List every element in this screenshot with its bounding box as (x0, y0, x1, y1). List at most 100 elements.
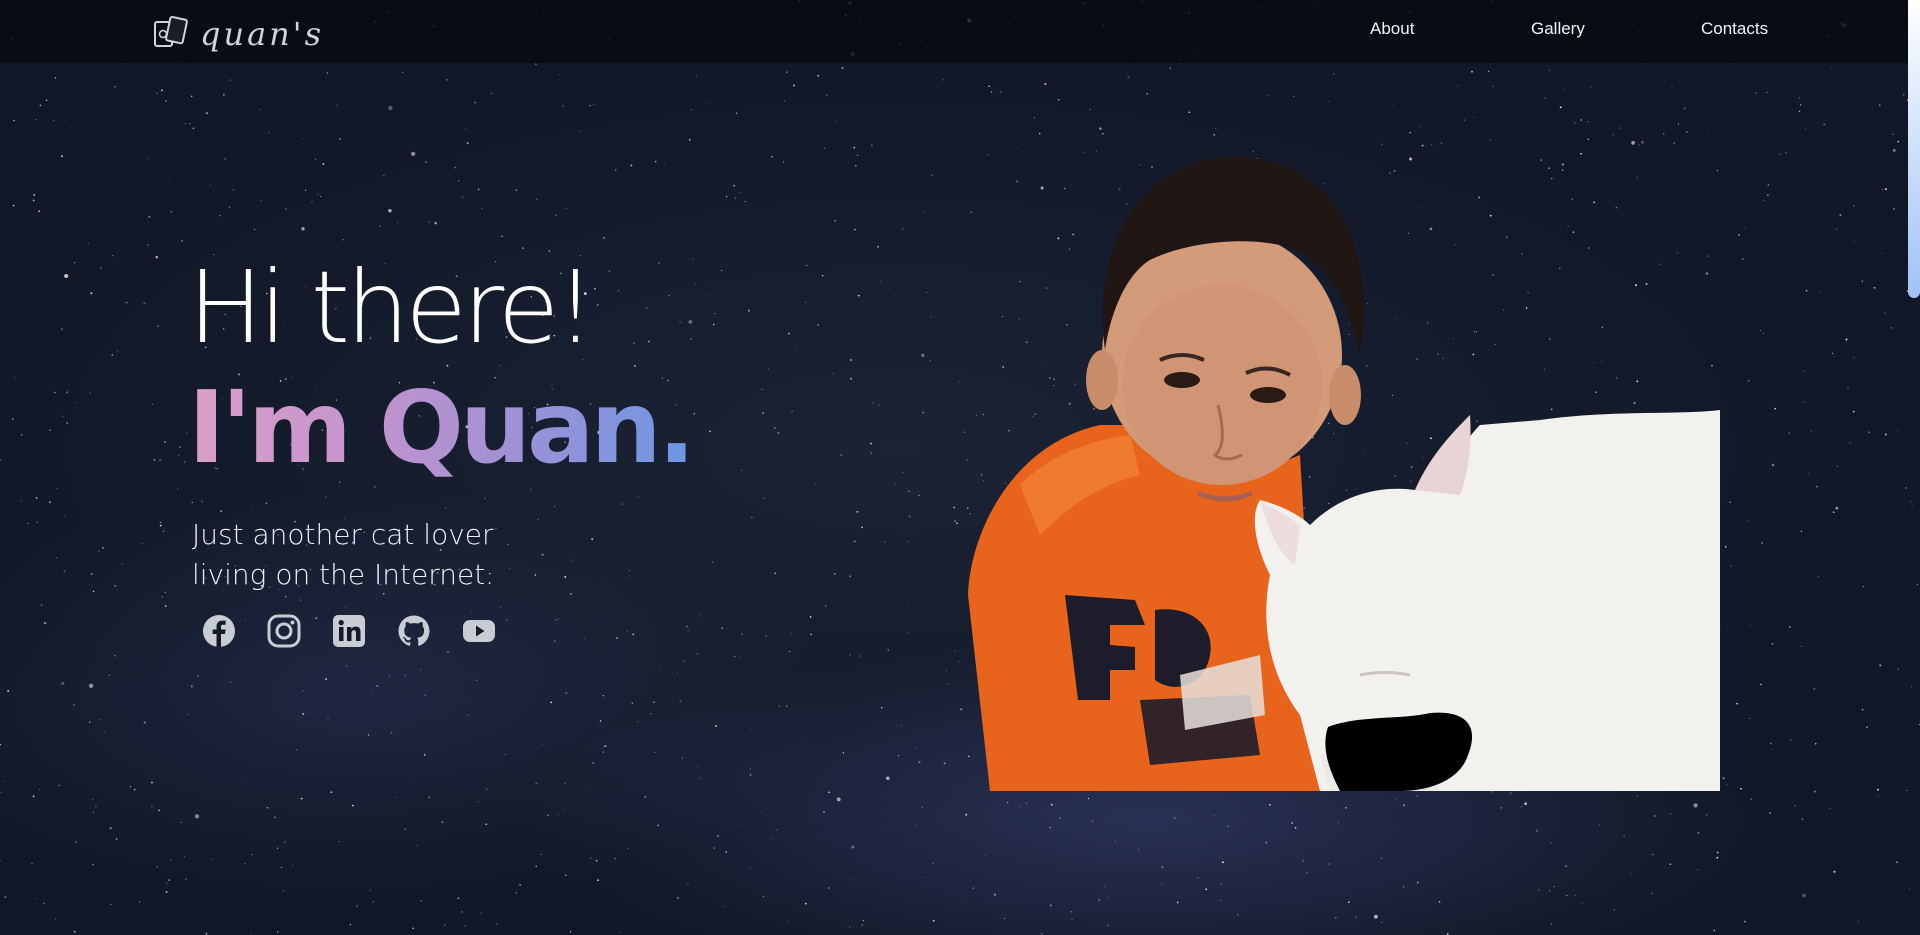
nav-contacts[interactable]: Contacts (1701, 19, 1768, 39)
star (1685, 130, 1688, 133)
star (1471, 70, 1473, 73)
star (1736, 702, 1739, 705)
star (157, 325, 159, 327)
star (229, 79, 232, 82)
star (160, 89, 163, 92)
star (1908, 888, 1911, 890)
star (415, 845, 417, 847)
youtube-link[interactable] (462, 614, 496, 648)
star (1334, 916, 1337, 919)
star (92, 863, 94, 866)
star (445, 507, 447, 509)
star (1268, 94, 1270, 97)
star (1050, 803, 1053, 806)
star (1749, 717, 1751, 719)
star (224, 158, 226, 160)
star (637, 720, 639, 723)
star (770, 837, 772, 839)
facebook-link[interactable] (202, 614, 236, 648)
star (535, 63, 537, 65)
star (709, 294, 711, 296)
star (1294, 826, 1297, 829)
star (724, 906, 726, 908)
star (284, 595, 287, 598)
star (1000, 91, 1002, 93)
star (584, 637, 585, 639)
star (1549, 890, 1551, 892)
star (160, 521, 162, 523)
star (721, 270, 723, 272)
star (1328, 100, 1330, 102)
star (67, 389, 69, 391)
star (647, 340, 650, 343)
star (849, 575, 851, 577)
star (615, 169, 617, 171)
scrollbar-thumb[interactable] (1908, 0, 1920, 298)
star (583, 785, 585, 787)
star (90, 292, 93, 295)
star (143, 721, 146, 724)
star (922, 211, 924, 213)
star (1293, 95, 1295, 97)
star (39, 104, 42, 107)
star (1550, 842, 1552, 844)
star (1771, 748, 1773, 751)
star (654, 751, 656, 753)
star (298, 715, 300, 717)
star (1463, 119, 1466, 121)
star (1544, 97, 1546, 99)
star (282, 890, 284, 892)
star (862, 919, 864, 922)
star (185, 878, 187, 880)
star (466, 142, 469, 145)
star (725, 195, 728, 198)
star (259, 108, 261, 110)
star (1127, 72, 1129, 74)
star (300, 797, 303, 800)
star (1381, 921, 1383, 924)
github-link[interactable] (397, 614, 431, 648)
star (115, 838, 118, 840)
star (486, 788, 488, 791)
star (815, 483, 817, 485)
star (32, 795, 35, 798)
star (827, 887, 830, 889)
instagram-link[interactable] (267, 614, 301, 648)
nav-about[interactable]: About (1370, 19, 1414, 39)
star (614, 857, 617, 860)
star (424, 694, 426, 696)
star (1833, 355, 1835, 357)
star (1265, 841, 1268, 844)
linkedin-link[interactable] (332, 614, 366, 648)
star (1651, 892, 1653, 895)
star (1800, 645, 1803, 648)
star (142, 543, 144, 545)
star (1897, 668, 1899, 670)
star (205, 932, 208, 935)
star (907, 540, 909, 542)
star (1138, 849, 1140, 851)
star (1403, 804, 1405, 807)
star (1550, 923, 1553, 925)
star (1785, 151, 1787, 154)
star (1587, 138, 1590, 141)
star (1755, 91, 1757, 94)
star (628, 569, 630, 572)
star (990, 91, 993, 93)
star (1188, 111, 1191, 114)
star (763, 497, 765, 499)
star (164, 591, 167, 594)
star (1215, 128, 1217, 130)
star (320, 196, 322, 198)
star (1819, 292, 1821, 294)
nav-gallery[interactable]: Gallery (1531, 19, 1585, 39)
star (633, 342, 635, 344)
star (1903, 94, 1905, 96)
star (1767, 184, 1770, 186)
star (1083, 152, 1085, 154)
star (1861, 280, 1863, 282)
star (650, 712, 652, 715)
star (1306, 872, 1308, 874)
star (170, 859, 172, 861)
star (777, 432, 780, 434)
